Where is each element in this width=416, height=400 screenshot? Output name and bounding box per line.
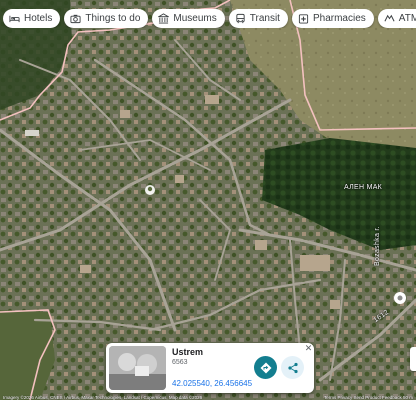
- bus-icon: [236, 13, 245, 24]
- pharmacy-icon: [298, 14, 309, 24]
- camera-icon: [70, 14, 81, 24]
- chip-label: Museums: [173, 13, 217, 24]
- chip-atms[interactable]: ATMs: [377, 9, 416, 28]
- chip-label: Pharmacies: [312, 13, 366, 24]
- chip-hotels[interactable]: Hotels: [3, 9, 61, 28]
- transit-stop-icon[interactable]: [394, 292, 406, 304]
- chip-label: ATMs: [398, 13, 416, 24]
- satellite-map[interactable]: [0, 0, 416, 400]
- chip-museums[interactable]: Museums: [152, 9, 225, 28]
- map-footer-links[interactable]: Terms Privacy Send Product Feedback 50 m: [324, 395, 413, 400]
- atm-icon: [384, 14, 395, 22]
- chip-label: Things to do: [85, 13, 141, 24]
- chip-things-to-do[interactable]: Things to do: [64, 9, 149, 28]
- chip-pharmacies[interactable]: Pharmacies: [291, 9, 374, 28]
- directions-icon: [260, 362, 271, 373]
- place-card[interactable]: Ustrem 6563 42.025540, 26.456645 ✕: [106, 343, 314, 393]
- place-postal-code: 6563: [172, 359, 188, 366]
- museum-icon: [158, 13, 170, 24]
- share-icon: [287, 362, 298, 373]
- street-label: Bozashka r.: [374, 226, 381, 266]
- share-button[interactable]: [281, 356, 304, 379]
- location-pin-icon[interactable]: [145, 185, 155, 195]
- close-button[interactable]: ✕: [304, 344, 313, 353]
- place-thumbnail[interactable]: [109, 346, 166, 390]
- place-coordinates[interactable]: 42.025540, 26.456645: [172, 379, 252, 388]
- map-side-control[interactable]: [410, 347, 416, 371]
- chip-label: Hotels: [24, 13, 53, 24]
- bed-icon: [9, 15, 20, 23]
- chip-label: Transit: [249, 13, 280, 24]
- area-label: АЛЕН МАК: [344, 184, 383, 191]
- map-attribution: Imagery ©2026 Airbus, CNES / Airbus, Max…: [3, 395, 203, 400]
- category-chips: Hotels Things to do Museums Transit Phar…: [3, 9, 416, 28]
- place-title: Ustrem: [172, 347, 204, 357]
- directions-button[interactable]: [254, 356, 277, 379]
- chip-transit[interactable]: Transit: [228, 9, 288, 28]
- street-view-image: [109, 346, 166, 390]
